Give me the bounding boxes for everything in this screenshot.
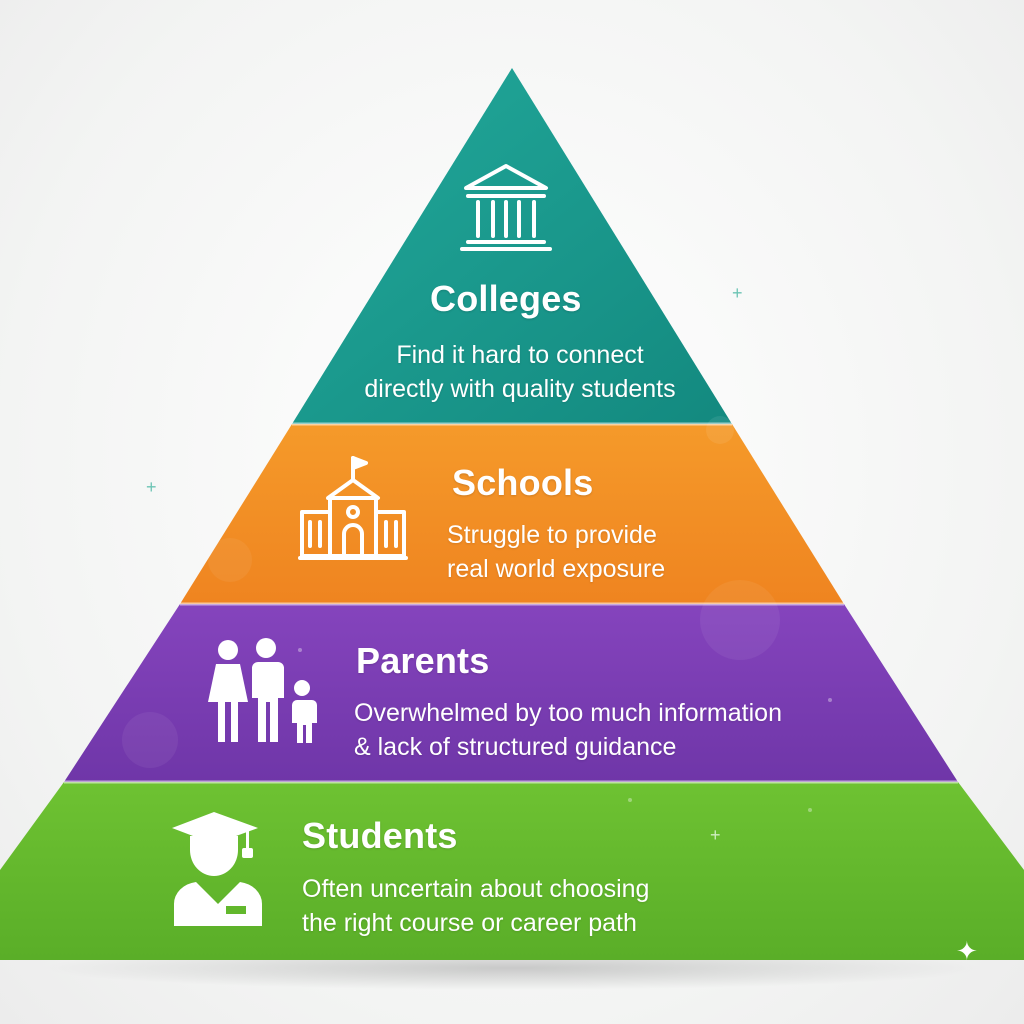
students-desc-line2: the right course or career path [302, 909, 637, 937]
students-desc-line1: Often uncertain about choosing [302, 875, 650, 903]
sparkle-icon: + [146, 477, 157, 497]
students-description: Often uncertain about choosing the right… [302, 872, 649, 940]
graduate-student-icon [172, 812, 263, 926]
schools-desc-line2: real world exposure [447, 555, 666, 583]
schools-desc-line1: Struggle to provide [447, 521, 657, 549]
sparkle-icon: ✦ [956, 936, 978, 966]
students-title: Students [302, 815, 458, 856]
schools-title: Schools [452, 462, 594, 503]
parents-desc-line2: & lack of structured guidance [354, 733, 677, 761]
colleges-title: Colleges [430, 278, 582, 319]
schools-description: Struggle to provide real world exposure [447, 518, 665, 586]
parents-title: Parents [356, 640, 490, 681]
colleges-desc-line2: directly with quality students [364, 375, 676, 403]
family-icon [208, 638, 317, 743]
colleges-desc-line1: Find it hard to connect [396, 341, 644, 369]
building-columns-icon [460, 164, 552, 251]
colleges-description: Find it hard to connect directly with qu… [346, 338, 694, 406]
school-building-icon [298, 456, 408, 560]
parents-desc-line1: Overwhelmed by too much information [354, 699, 782, 727]
parents-description: Overwhelmed by too much information & la… [354, 696, 782, 764]
infographic-canvas: + + + ✦ Colleges Find it hard to connect… [0, 0, 1024, 1024]
sparkle-icon: + [710, 825, 721, 845]
pyramid [0, 68, 1024, 990]
sparkle-icon: + [732, 283, 743, 303]
